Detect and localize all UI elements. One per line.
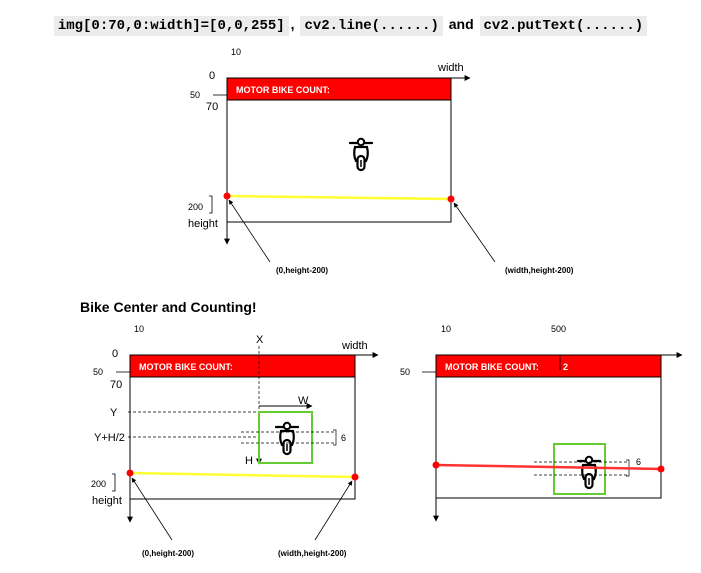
label-6: 6 bbox=[636, 457, 641, 467]
label-50: 50 bbox=[93, 367, 103, 377]
label-y-h2: Y+H/2 bbox=[94, 432, 125, 444]
label-y: Y bbox=[110, 407, 118, 419]
label-0: 0 bbox=[209, 70, 215, 82]
left-point bbox=[432, 461, 440, 469]
diagram-bottom-left: MOTOR BIKE COUNT: 10 0 X width 50 70 Y W… bbox=[91, 324, 379, 558]
bracket-200 bbox=[112, 473, 116, 492]
diagram-canvas: MOTOR BIKE COUNT: 10 0 width 50 70 200 h… bbox=[91, 47, 683, 558]
left-point bbox=[223, 192, 231, 200]
label-10: 10 bbox=[134, 324, 144, 334]
banner-text: MOTOR BIKE COUNT: bbox=[445, 362, 539, 372]
label-50: 50 bbox=[400, 367, 410, 377]
label-6: 6 bbox=[341, 433, 346, 443]
banner-text: MOTOR BIKE COUNT: bbox=[236, 85, 330, 95]
label-right-point: (width,height-200) bbox=[278, 549, 347, 558]
pointer-right bbox=[453, 202, 496, 263]
label-70: 70 bbox=[206, 101, 218, 113]
label-height: height bbox=[92, 495, 122, 507]
label-left-point: (0,height-200) bbox=[142, 549, 194, 558]
label-height: height bbox=[188, 218, 218, 230]
label-h: H bbox=[245, 455, 253, 467]
label-w: W bbox=[298, 395, 309, 407]
banner-text: MOTOR BIKE COUNT: bbox=[139, 362, 233, 372]
diagram-top: MOTOR BIKE COUNT: 10 0 width 50 70 200 h… bbox=[188, 47, 574, 275]
label-0: 0 bbox=[112, 348, 118, 360]
label-10: 10 bbox=[441, 324, 451, 334]
label-50: 50 bbox=[190, 90, 200, 100]
label-10: 10 bbox=[231, 47, 241, 57]
bracket-200 bbox=[209, 195, 213, 214]
right-point bbox=[351, 473, 359, 481]
label-500: 500 bbox=[551, 324, 566, 334]
label-right-point: (width,height-200) bbox=[505, 266, 574, 275]
label-left-point: (0,height-200) bbox=[276, 266, 328, 275]
label-200: 200 bbox=[91, 479, 106, 489]
label-width: width bbox=[437, 62, 464, 74]
label-width: width bbox=[341, 340, 368, 352]
left-point bbox=[126, 469, 134, 477]
right-point bbox=[447, 195, 455, 203]
right-point bbox=[657, 465, 665, 473]
count-value: 2 bbox=[563, 362, 568, 372]
label-70: 70 bbox=[110, 379, 122, 391]
label-x: X bbox=[256, 334, 264, 346]
diagram-bottom-right: MOTOR BIKE COUNT: 2 10 500 50 6 bbox=[400, 324, 683, 522]
label-200: 200 bbox=[188, 202, 203, 212]
